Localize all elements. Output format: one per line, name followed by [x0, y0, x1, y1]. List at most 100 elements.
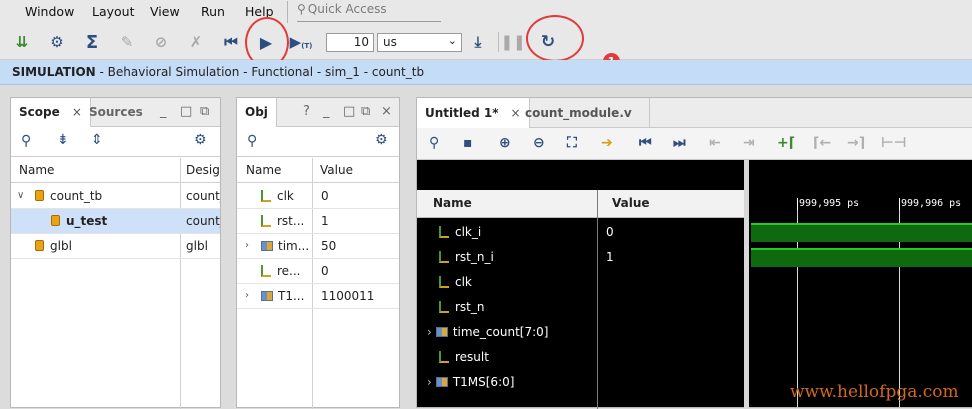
gear-icon[interactable]: ⚙	[47, 32, 67, 52]
search-icon[interactable]: ⚲	[247, 133, 257, 149]
scope-grid-header: Name Design	[11, 158, 220, 183]
float-icon[interactable]: ⧉	[200, 104, 209, 119]
tree-row-name: glbl	[50, 239, 72, 253]
swap-cursors-icon[interactable]: ⊢⊣	[881, 135, 907, 151]
signal-icon	[261, 190, 271, 202]
step-icon[interactable]: ⤓	[468, 32, 488, 52]
search-icon[interactable]: ⚲	[21, 133, 31, 149]
objects-panel: Obj ? _ □ ⧉ × ⚲ ⚙ Name Value clk 0 rst..…	[236, 97, 400, 409]
gear-icon[interactable]: ⚙	[194, 132, 207, 148]
simulation-mode: SIMULATION	[12, 65, 96, 79]
help-icon[interactable]: ?	[303, 104, 310, 119]
tab-untitled[interactable]: Untitled 1* ×	[417, 98, 530, 128]
column-design: Design	[186, 163, 220, 177]
next-transition-icon[interactable]: ⇥	[743, 135, 755, 151]
menu-layout[interactable]: Layout	[92, 4, 135, 19]
add-marker-icon[interactable]: +⌈	[777, 135, 795, 151]
zoom-in-icon[interactable]: ⊕	[499, 135, 511, 151]
tree-row-design: count_tb	[186, 189, 220, 203]
pause-icon[interactable]: ❚❚	[500, 32, 525, 52]
time-unit-select[interactable]: us ⌄	[377, 33, 462, 52]
object-row[interactable]: clk 0	[237, 184, 399, 209]
maximize-icon[interactable]: □	[180, 104, 192, 119]
wave-signal[interactable]: › time_count[7:0]	[427, 325, 548, 339]
zoom-out-icon[interactable]: ⊖	[533, 135, 545, 151]
tab-sources[interactable]: Sources	[81, 98, 151, 127]
column-value: Value	[320, 163, 353, 177]
menu-view[interactable]: View	[150, 4, 180, 19]
object-value: 0	[321, 189, 329, 203]
column-name: Name	[19, 163, 55, 177]
object-row[interactable]: › tim... 50	[237, 234, 399, 259]
chevron-right-icon[interactable]: ›	[427, 375, 432, 389]
previous-marker-icon[interactable]: ⌈←	[813, 135, 831, 151]
chevron-right-icon[interactable]: ›	[427, 325, 432, 339]
tree-row[interactable]: glbl glbl	[11, 234, 220, 259]
breakpoint-disabled-icon[interactable]: ✎	[117, 32, 137, 52]
run-for-time-icon[interactable]: ▶ (T)	[290, 32, 313, 52]
object-name: rst...	[277, 214, 305, 228]
signal-icon	[439, 226, 449, 238]
gear-icon[interactable]: ⚙	[375, 132, 388, 148]
object-row[interactable]: rst... 1	[237, 209, 399, 234]
object-row[interactable]: re... 0	[237, 259, 399, 284]
toolbar: ⇊ ⚙ Σ ✎ ⊘ ✗ ⏮ ▶ ▶ (T) 10 us ⌄ ⤓ ❚❚ ↻	[0, 24, 972, 60]
go-to-start-icon[interactable]: ⏮	[639, 135, 652, 151]
waveform-area[interactable]: 999,995 ps 999,996 ps	[749, 160, 972, 407]
toolbar-separator	[498, 32, 499, 52]
tree-row[interactable]: ∨ count_tb count_tb	[11, 184, 220, 209]
tab-scope[interactable]: Scope ×	[11, 98, 91, 127]
save-icon[interactable]: ▪	[463, 135, 473, 151]
tree-row-selected[interactable]: u_test count_module	[11, 209, 220, 234]
previous-transition-icon[interactable]: ⇤	[709, 135, 721, 151]
float-icon[interactable]: ⧉	[361, 104, 370, 119]
maximize-icon[interactable]: □	[343, 104, 355, 119]
wave-signal[interactable]: result	[439, 350, 489, 364]
restart-first-icon[interactable]: ⏮	[221, 32, 241, 52]
time-tick	[797, 198, 798, 210]
objects-panel-header: Obj ? _ □ ⧉ ×	[237, 98, 399, 127]
minimize-icon[interactable]: _	[323, 104, 330, 119]
waveform-trace-rst-n-i	[751, 248, 972, 267]
object-value: 1	[321, 214, 329, 228]
chevron-right-icon[interactable]: ›	[245, 240, 249, 251]
menu-window[interactable]: Window	[25, 4, 74, 19]
wave-signal[interactable]: clk	[439, 275, 472, 289]
wave-signal[interactable]: › T1MS[6:0]	[427, 375, 514, 389]
object-name: T1...	[278, 289, 305, 303]
time-tick	[899, 198, 900, 210]
callout-ring-relaunch	[526, 15, 584, 62]
quick-access-input[interactable]: ⚲ Quick Access	[297, 1, 441, 22]
quick-access-placeholder: Quick Access	[307, 2, 387, 16]
sigma-icon[interactable]: Σ	[82, 32, 102, 53]
wave-signal[interactable]: rst_n_i	[439, 250, 494, 264]
menu-run[interactable]: Run	[201, 4, 225, 19]
wave-name-header: Name	[417, 190, 597, 218]
signal-icon	[439, 251, 449, 263]
expand-all-icon[interactable]: ⇕	[91, 132, 103, 148]
zoom-fit-icon[interactable]: ⛶	[567, 135, 577, 151]
search-icon[interactable]: ⚲	[429, 135, 439, 151]
close-icon[interactable]: ×	[381, 104, 392, 119]
object-row[interactable]: › T1... 1100011	[237, 284, 399, 309]
module-icon	[35, 240, 44, 251]
clear-breakpoint-icon[interactable]: ✗	[186, 32, 206, 52]
collapse-all-icon[interactable]: ⇟	[57, 132, 69, 148]
chevron-down-icon[interactable]: ∨	[17, 190, 24, 201]
go-to-cursor-icon[interactable]: ➔	[601, 135, 613, 151]
wave-column-divider	[597, 190, 598, 409]
wave-signal[interactable]: rst_n	[439, 300, 485, 314]
chevron-right-icon[interactable]: ›	[245, 290, 249, 301]
wave-value: 0	[606, 225, 614, 239]
waveform-panel: Untitled 1* × count_module.v ⚲ ▪ ⊕ ⊖ ⛶ ➔ …	[416, 97, 972, 409]
next-marker-icon[interactable]: →⌉	[847, 135, 865, 151]
objects-grid-header: Name Value	[237, 158, 399, 183]
tab-objects[interactable]: Obj	[237, 98, 277, 127]
run-time-input[interactable]: 10	[326, 33, 374, 52]
wave-signal[interactable]: clk_i	[439, 225, 481, 239]
minimize-icon[interactable]: _	[160, 104, 167, 119]
simulation-settings-icon[interactable]: ⇊	[12, 32, 32, 52]
go-to-end-icon[interactable]: ⏭	[673, 135, 686, 151]
tab-count-module[interactable]: count_module.v	[517, 98, 640, 128]
pin-icon[interactable]: ⊘	[151, 32, 171, 52]
